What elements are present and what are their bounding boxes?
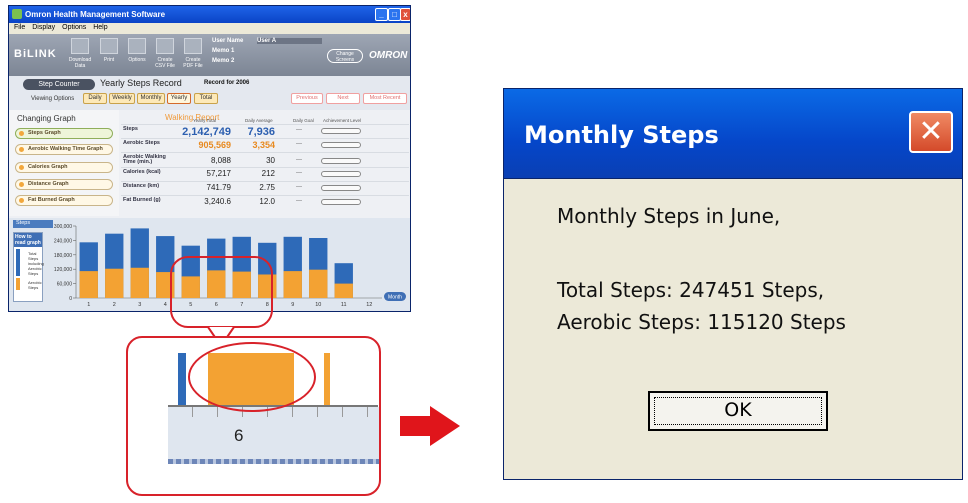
arrow-head	[430, 406, 460, 446]
dialog-message-heading: Monthly Steps in June,	[557, 204, 781, 228]
dialog-title-bar: Monthly Steps ✕	[504, 89, 962, 179]
dialog-title: Monthly Steps	[524, 121, 719, 149]
dialog-aerobic-steps: Aerobic Steps: 115120 Steps	[557, 310, 846, 334]
zoom-bar-neighbor	[178, 353, 186, 405]
zoom-month-label: 6	[234, 426, 244, 445]
ok-button[interactable]: OK	[648, 391, 828, 431]
close-icon[interactable]: ✕	[909, 111, 953, 153]
zoom-callout: 6	[126, 336, 381, 496]
zoom-dotted-strip	[168, 459, 379, 464]
dialog-total-steps: Total Steps: 247451 Steps,	[557, 278, 825, 302]
zoom-bar-neighbor	[324, 353, 330, 405]
monthly-steps-dialog: Monthly Steps ✕ Monthly Steps in June, T…	[503, 88, 963, 480]
zoom-highlight-ring	[188, 342, 316, 412]
arrow-right-icon	[400, 416, 430, 436]
